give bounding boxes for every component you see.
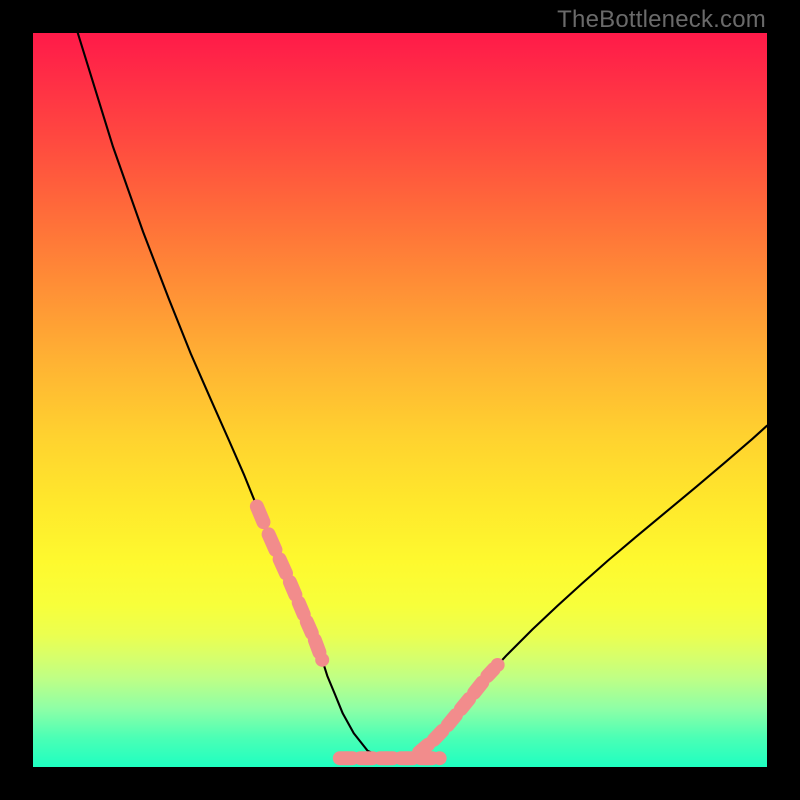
highlight-seg bbox=[280, 559, 286, 573]
highlight-seg bbox=[269, 534, 276, 549]
highlight-seg bbox=[299, 603, 304, 615]
highlight-seg bbox=[448, 715, 456, 725]
curve-layer bbox=[33, 33, 767, 767]
highlight-seg bbox=[290, 582, 295, 595]
plot-area bbox=[33, 33, 767, 767]
highlight-seg bbox=[419, 745, 428, 753]
highlight-seg bbox=[474, 682, 482, 692]
highlight-overlay bbox=[257, 506, 498, 758]
highlight-seg bbox=[461, 699, 469, 709]
watermark-text: TheBottleneck.com bbox=[557, 6, 766, 34]
bottleneck-curve bbox=[78, 33, 767, 760]
highlight-seg bbox=[434, 731, 443, 740]
highlight-seg bbox=[315, 640, 320, 652]
chart-frame: TheBottleneck.com bbox=[0, 0, 800, 800]
highlight-seg bbox=[257, 506, 264, 522]
highlight-seg bbox=[307, 622, 312, 633]
highlight-seg bbox=[487, 669, 493, 676]
